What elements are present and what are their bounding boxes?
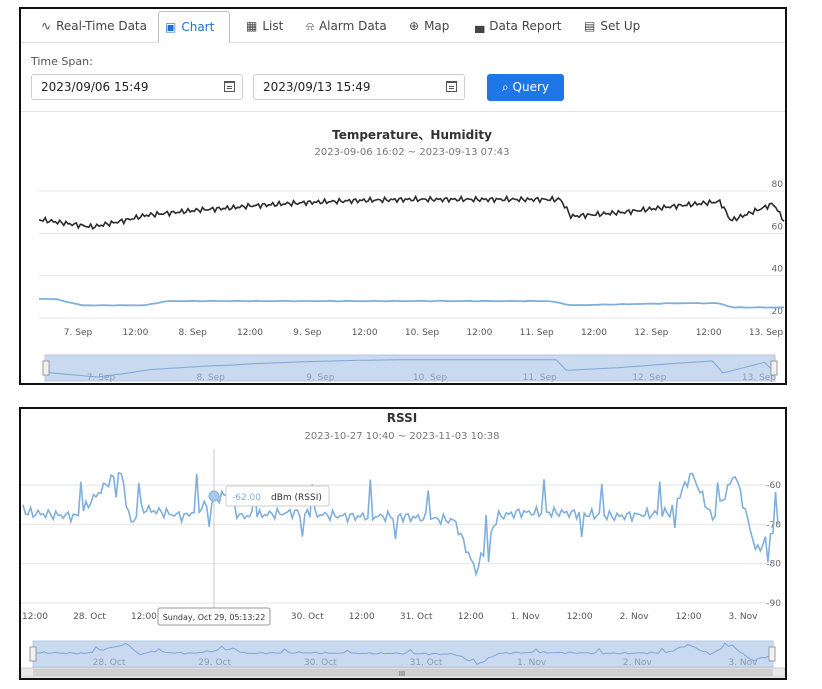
x-tick-label: 12:00: [581, 328, 607, 338]
series-line-temperature: [38, 194, 785, 231]
y-tick-label: -90: [766, 599, 781, 609]
navigator-label: 3. Nov: [728, 658, 758, 668]
navigator-label: 9. Sep: [306, 373, 335, 383]
navigator-handle-left: [42, 360, 50, 376]
navigator-label: 13. Sep: [742, 373, 776, 383]
x-tick-label: 12:00: [122, 328, 148, 338]
y-tick-label: -60: [766, 481, 781, 491]
chart-subtitle: 2023-10-27 10:40 ~ 2023-11-03 10:38: [305, 431, 500, 442]
x-tick-label: 7. Sep: [64, 328, 93, 338]
navigator-label: 8. Sep: [196, 373, 225, 383]
tooltip-unit: dBm (RSSI): [271, 493, 322, 503]
navigator-label: 1. Nov: [517, 658, 547, 668]
navigator-label: 30. Oct: [304, 658, 337, 668]
x-tick-label: 12:00: [696, 328, 722, 338]
navigator-handle-right: [768, 646, 776, 662]
hover-point: [208, 490, 220, 502]
x-tick-label: 12:00: [466, 328, 492, 338]
y-tick-label: 20: [772, 307, 784, 317]
navigator-label: 28. Oct: [93, 658, 126, 668]
y-tick-label: 80: [772, 180, 784, 190]
x-tick-label: 12:00: [676, 612, 702, 622]
x-tick-label: 12:00: [458, 612, 484, 622]
x-tick-label: 12:00: [352, 328, 378, 338]
x-tick-label: 13. Sep: [749, 328, 783, 338]
navigator-label: 7. Sep: [87, 373, 116, 383]
navigator-label: 29. Oct: [198, 658, 231, 668]
chart-title: Temperature、Humidity: [332, 128, 492, 142]
navigator-handle-left: [29, 646, 37, 662]
y-tick-label: 60: [772, 222, 784, 232]
x-tick-label: 12:00: [567, 612, 593, 622]
scrollbar-grip: III: [399, 670, 405, 678]
x-tick-label: 28. Oct: [73, 612, 106, 622]
tooltip-value: -62.00: [232, 493, 261, 503]
crosshair-date-label: Sunday, Oct 29, 05:13:22: [163, 613, 266, 622]
chart-panel-rssi: RSSI 2023-10-27 10:40 ~ 2023-11-03 10:38 -…: [19, 407, 787, 680]
x-tick-label: 30. Oct: [291, 612, 324, 622]
x-tick-label: 9. Sep: [293, 328, 322, 338]
y-tick-label: 40: [772, 265, 784, 275]
x-tick-label: 2. Nov: [620, 612, 650, 622]
navigator-label: 11. Sep: [523, 373, 557, 383]
navigator-label: 31. Oct: [410, 658, 443, 668]
x-tick-label: 12:00: [237, 328, 263, 338]
series-line-humidity: [38, 298, 785, 309]
chart-title: RSSI: [387, 411, 417, 425]
x-tick-label: 12:00: [22, 612, 48, 622]
x-tick-label: 12:00: [349, 612, 375, 622]
x-tick-label: 8. Sep: [178, 328, 207, 338]
navigator-label: 2. Nov: [623, 658, 653, 668]
chart-panel-temperature: ∿ Real-Time Data ▣ Chart ▦ List ⍾ Alarm Data…: [19, 7, 787, 385]
x-tick-label: 11. Sep: [520, 328, 554, 338]
x-tick-label: 1. Nov: [511, 612, 541, 622]
navigator-label: 12. Sep: [632, 373, 666, 383]
x-tick-label: 31. Oct: [400, 612, 433, 622]
navigator-label: 10. Sep: [413, 373, 447, 383]
x-tick-label: 12:00: [131, 612, 157, 622]
x-tick-label: 10. Sep: [405, 328, 439, 338]
temperature-humidity-chart: Temperature、Humidity 2023-09-06 16:02 ~ 2…: [38, 128, 785, 383]
rssi-chart: RSSI 2023-10-27 10:40 ~ 2023-11-03 10:38 -…: [21, 411, 785, 678]
x-tick-label: 3. Nov: [728, 612, 758, 622]
chart-subtitle: 2023-09-06 16:02 ~ 2023-09-13 07:43: [315, 147, 510, 158]
series-line-rssi: [22, 471, 779, 578]
x-tick-label: 12. Sep: [634, 328, 668, 338]
